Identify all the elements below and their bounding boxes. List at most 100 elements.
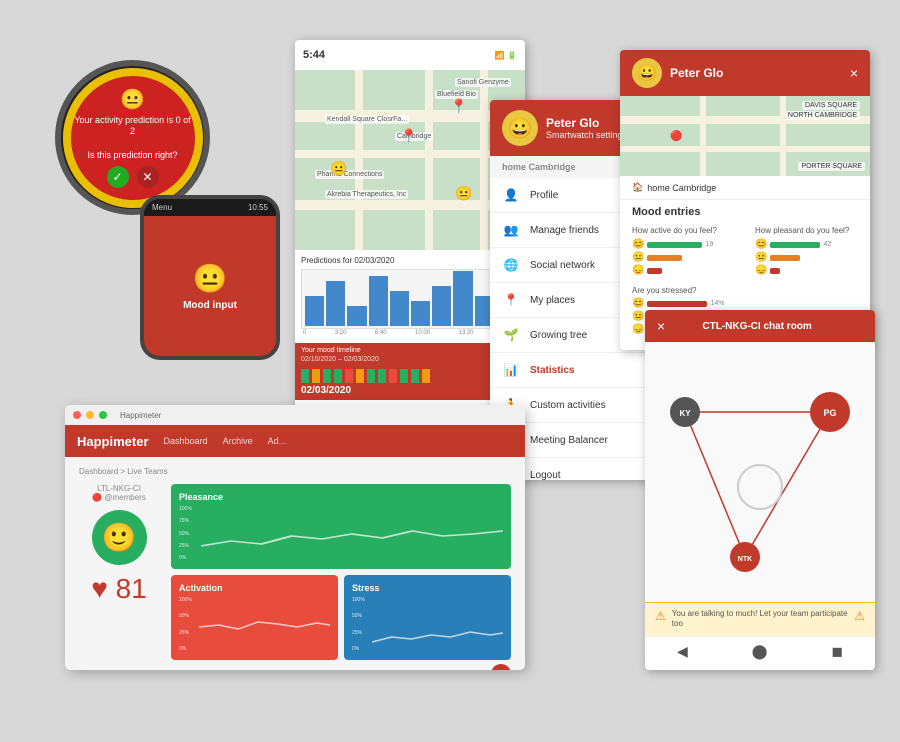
map-label-2: Sanofi Genzyme [455, 78, 511, 87]
map-pin-3: 😐 [330, 160, 347, 177]
map-timeline-label: Your mood timeline [301, 347, 519, 354]
warning-icon: ⚠ [655, 609, 666, 623]
tree-icon: 🌱 [502, 326, 520, 344]
dashboard-heart: ♥ 81 [91, 573, 147, 605]
browser-url: Happimeter [120, 411, 161, 420]
mood-bar-active-1 [647, 242, 702, 248]
map-label-5: Akrebia Therapeutics, Inc [325, 190, 408, 199]
watch1-check-button[interactable]: ✓ [107, 166, 129, 188]
mood-q1: How active do you feel? [632, 226, 735, 235]
svg-text:KY: KY [679, 409, 691, 418]
mood-location-bar: 🏠 home Cambridge [620, 176, 870, 200]
main-container: 😐 Your activity prediction is 0 of 2Is t… [0, 0, 900, 742]
mood-bar-pleasant-1 [770, 242, 820, 248]
mood-map-pin-red: 🔴 [670, 131, 682, 142]
watch2-menu-label: Menu [152, 203, 172, 212]
statistics-icon: 📊 [502, 361, 520, 379]
chat-title: CTL-NKG-CI chat room [702, 321, 811, 332]
map-label-4: Pharma Connections [315, 170, 384, 179]
mood-close-button[interactable]: × [850, 65, 858, 81]
chat-navigation: ◀ ⬤ ◼ [645, 636, 875, 666]
settings-label-friends: Manage friends [530, 225, 599, 236]
settings-avatar: 😀 [502, 110, 538, 146]
breadcrumb: Dashboard > Live Teams [79, 467, 511, 476]
mood-bar-active-2 [647, 255, 682, 261]
map-graph-area [301, 269, 519, 329]
settings-name: Peter Glo [546, 116, 627, 130]
titlebar-maximize-dot[interactable] [99, 411, 107, 419]
mood-q2: How pleasant do you feel? [755, 226, 858, 235]
chat-warning-text: You are talking to much! Let your team p… [672, 609, 848, 630]
watch2-mood-label: Mood input [183, 300, 237, 311]
mood-bar-active-3 [647, 268, 662, 274]
smartwatch-1: 😐 Your activity prediction is 0 of 2Is t… [55, 60, 210, 215]
settings-label-balancer: Meeting Balancer [530, 435, 608, 446]
social-icon: 🌐 [502, 256, 520, 274]
card-pleasance: Pleasance 100% 75% 50% 25% 0% [171, 484, 511, 569]
mood-screen: 😀 Peter Glo × DAVIS SQUARE NORTH CAMBRID… [620, 50, 870, 350]
card-activation-title: Activation [179, 583, 330, 593]
card-pleasance-title: Pleasance [179, 492, 503, 502]
settings-label-social: Social network [530, 260, 595, 271]
map-date-range: 02/10/2020 – 02/03/2020 [301, 356, 519, 363]
mood-entries-title: Mood entries [620, 200, 870, 222]
dash-nav-archive[interactable]: Archive [223, 436, 253, 446]
map-pin-2: 📍 [400, 128, 417, 145]
pleasance-chart: 100% 75% 50% 25% 0% [179, 506, 503, 561]
settings-label-logout: Logout [530, 470, 561, 481]
activation-chart: 100% 50% 25% 0% [179, 597, 330, 652]
settings-label-profile: Profile [530, 190, 558, 201]
friends-icon: 👥 [502, 221, 520, 239]
settings-label-tree: Growing tree [530, 330, 587, 341]
mood-location-3: PORTER SQUARE [798, 162, 865, 171]
svg-text:NTK: NTK [738, 556, 752, 563]
map-graph-title: Predictions for 02/03/2020 [301, 256, 519, 265]
titlebar-minimize-dot[interactable] [86, 411, 94, 419]
map-label-3: Kendall Square ClosrFa... [325, 115, 409, 124]
map-time: 5:44 [303, 49, 325, 61]
profile-icon: 👤 [502, 186, 520, 204]
map-icons: 📶 🔋 [495, 51, 517, 60]
settings-label-places: My places [530, 295, 575, 306]
map-pin-4: 😐 [455, 185, 472, 202]
titlebar-close-dot[interactable] [73, 411, 81, 419]
chat-body: KY PG NTK [645, 342, 875, 602]
chat-screen: × CTL-NKG-CI chat room KY PG NTK [645, 310, 875, 670]
mood-location-2: NORTH CAMBRIDGE [785, 111, 860, 120]
chat-home-btn[interactable]: ⬤ [752, 643, 768, 660]
mood-avatar: 😀 [632, 58, 662, 88]
dashboard-subtitle: LTL-NKG-CI🔴 @members [92, 484, 146, 502]
mood-location-label: DAVIS SQUARE [802, 101, 860, 110]
card-stress: Stress 100% 50% 25% 0% [344, 575, 511, 660]
mood-bar-stressed-1 [647, 301, 707, 307]
watch1-cross-button[interactable]: ✕ [137, 166, 159, 188]
smartwatch-2: Menu 10:55 😐 Mood input [140, 195, 280, 360]
dashboard-face: 🙂 [92, 510, 147, 565]
dash-nav-dashboard[interactable]: Dashboard [164, 436, 208, 446]
mood-name: Peter Glo [670, 66, 723, 80]
watch1-emoji: 😐 [120, 87, 145, 112]
stress-chart: 100% 50% 25% 0% [352, 597, 503, 652]
chat-recent-btn[interactable]: ◼ [831, 643, 843, 660]
dash-nav-ad[interactable]: Ad... [268, 436, 287, 446]
dashboard-logo: Happimeter [77, 434, 149, 449]
dashboard-screen: Happimeter Happimeter Dashboard Archive … [65, 405, 525, 670]
svg-text:PG: PG [823, 408, 836, 418]
mood-map-thumbnail: DAVIS SQUARE NORTH CAMBRIDGE PORTER SQUA… [620, 96, 870, 176]
settings-label-activities: Custom activities [530, 400, 606, 411]
mood-q3: Are you stressed? [632, 286, 858, 295]
watch2-time: 10:55 [248, 203, 268, 212]
watch1-text: Your activity prediction is 0 of 2Is thi… [63, 115, 203, 162]
chat-warning: ⚠ You are talking to much! Let your team… [645, 602, 875, 636]
add-button[interactable]: + [491, 664, 511, 670]
card-activation: Activation 100% 50% 25% 0% [171, 575, 338, 660]
mood-bar-pleasant-2 [770, 255, 800, 261]
card-stress-title: Stress [352, 583, 503, 593]
watch2-emoji: 😐 [193, 262, 228, 295]
places-icon: 📍 [502, 291, 520, 309]
settings-subtitle: Smartwatch settings [546, 130, 627, 140]
settings-label-statistics: Statistics [530, 365, 574, 376]
chat-back-btn[interactable]: ◀ [677, 643, 688, 660]
chat-close-button[interactable]: × [657, 318, 665, 334]
map-current-date: 02/03/2020 [301, 385, 519, 396]
